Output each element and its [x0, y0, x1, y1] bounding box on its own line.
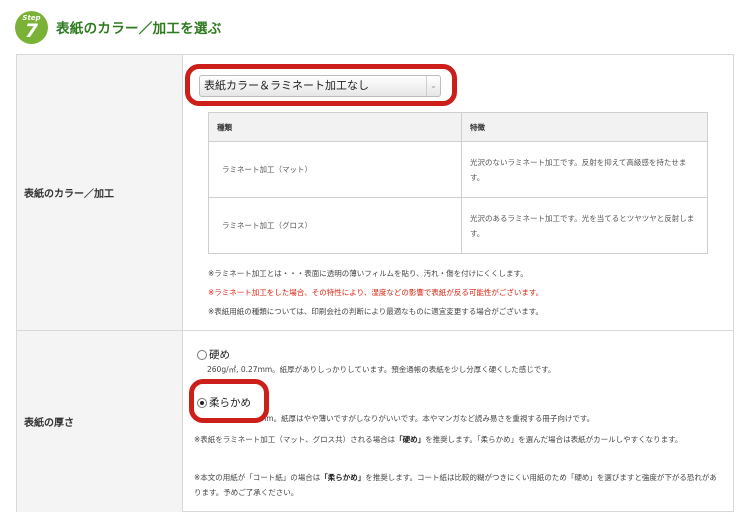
form-table: 表紙のカラー／加工 表紙カラー＆ラミネート加工なし ⌄ 種類 特徴 ラミネート加…	[16, 54, 734, 512]
table-row: ラミネート加工（マット） 光沢のないラミネート加工です。反射を抑えて高級感を持た…	[208, 141, 708, 198]
radio-hard-label: 硬め	[209, 349, 230, 361]
table-header-type: 種類	[208, 112, 462, 142]
note-text: ※表紙をラミネート加工（マット、グロス共）される場合は	[194, 435, 396, 444]
cover-finish-label: 表紙のカラー／加工	[17, 55, 183, 330]
table-cell-desc: 光沢のあるラミネート加工です。光を当てるとツヤツヤと反射します。	[461, 197, 708, 254]
laminate-spec-table: 種類 特徴 ラミネート加工（マット） 光沢のないラミネート加工です。反射を抑えて…	[208, 112, 708, 254]
table-row: ラミネート加工（グロス） 光沢のあるラミネート加工です。光を当てるとツヤツヤと反…	[208, 197, 708, 254]
step-header: Step 7 表紙のカラー／加工を選ぶ	[15, 10, 222, 44]
note-text: ※本文の用紙が「コート紙」の場合は	[194, 473, 321, 482]
table-cell-type: ラミネート加工（マット）	[208, 141, 462, 198]
cover-thickness-cell: 硬め 260g/㎡, 0.27mm。紙厚がありしっかりしています。預金通帳の表紙…	[183, 331, 733, 512]
table-header-feature: 特徴	[461, 112, 708, 142]
radio-hard[interactable]	[197, 349, 207, 360]
thickness-note-laminate: ※表紙をラミネート加工（マット、グロス共）される場合は「硬め」を推奨します。「柔…	[194, 432, 724, 447]
paper-change-note: ※表紙用紙の種類については、印刷会社の判断により最適なものに適宜変更する場合がご…	[208, 307, 544, 316]
radio-highlight-annotation	[189, 379, 269, 423]
step-title: 表紙のカラー／加工を選ぶ	[56, 21, 222, 37]
select-highlight-annotation	[185, 64, 457, 106]
note-bold: 「硬め」	[395, 435, 426, 444]
soft-description: mm。紙厚はやや薄いですがしなりがいいです。本やマンガなど読み易さを重視する冊子…	[259, 414, 595, 423]
radio-option-hard[interactable]: 硬め	[197, 347, 230, 362]
note-text: を推奨します。「柔らかめ」を選んだ場合は表紙がカールしやすくなります。	[425, 435, 683, 444]
note-bold: 「柔らかめ」	[320, 473, 366, 482]
cover-finish-row: 表紙のカラー／加工 表紙カラー＆ラミネート加工なし ⌄ 種類 特徴 ラミネート加…	[17, 55, 733, 331]
step-badge: Step 7	[15, 10, 48, 44]
table-header-row: 種類 特徴	[208, 112, 708, 142]
cover-finish-cell: 表紙カラー＆ラミネート加工なし ⌄ 種類 特徴 ラミネート加工（マット） 光沢の…	[183, 55, 733, 330]
cover-thickness-row: 表紙の厚さ 硬め 260g/㎡, 0.27mm。紙厚がありしっかりしています。預…	[17, 331, 733, 512]
table-cell-type: ラミネート加工（グロス）	[208, 197, 462, 254]
table-cell-desc: 光沢のないラミネート加工です。反射を抑えて高級感を持たせます。	[461, 141, 708, 198]
laminate-warning-note: ※ラミネート加工をした場合、その特性により、湿度などの影響で表紙が反る可能性がご…	[208, 288, 544, 297]
hard-description: 260g/㎡, 0.27mm。紙厚がありしっかりしています。預金通帳の表紙を少し…	[207, 365, 556, 374]
thickness-note-coated: ※本文の用紙が「コート紙」の場合は「柔らかめ」を推奨します。コート紙は比較的糊が…	[194, 470, 724, 500]
step-badge-number: 7	[24, 19, 39, 42]
laminate-note: ※ラミネート加工とは・・・表面に透明の薄いフィルムを貼り、汚れ・傷を付けにくくし…	[208, 269, 528, 278]
cover-thickness-label: 表紙の厚さ	[17, 331, 183, 512]
